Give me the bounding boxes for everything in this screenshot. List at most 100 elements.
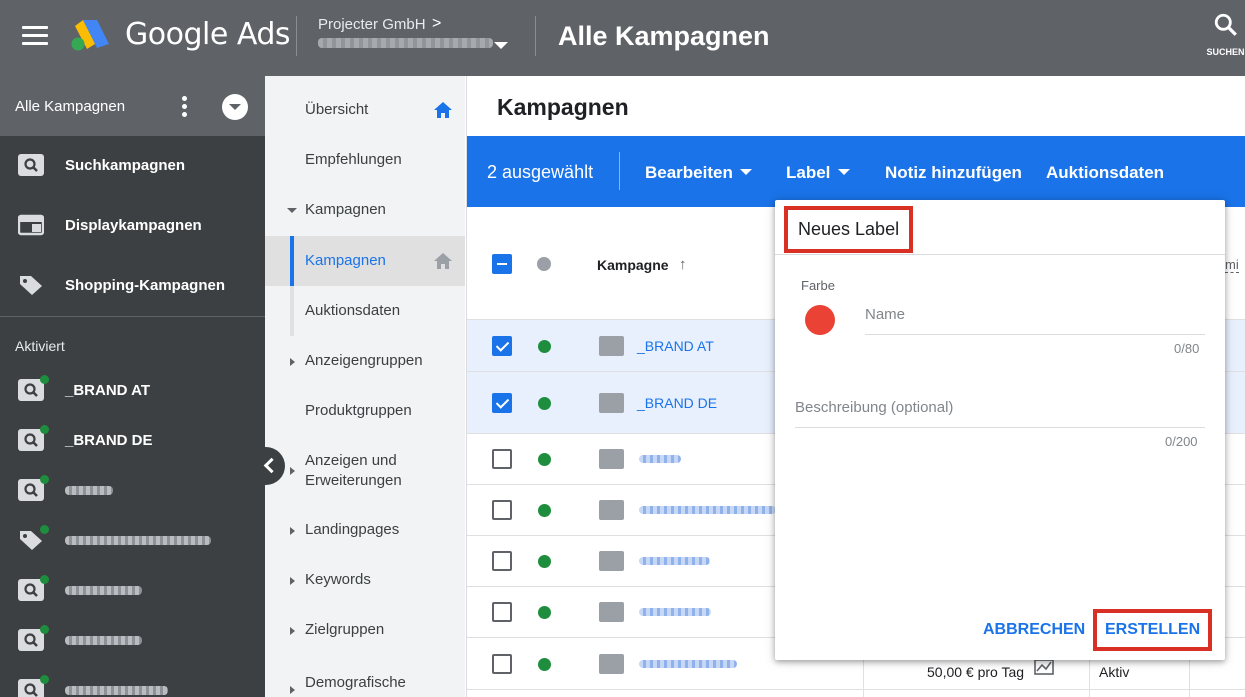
nav-item-demographics[interactable]: Demografische [265, 658, 465, 697]
sidebar-title[interactable]: Alle Kampagnen [15, 98, 125, 115]
expand-icon [290, 527, 295, 535]
row-checkbox[interactable] [492, 551, 512, 571]
redacted-campaign-name[interactable] [639, 455, 681, 463]
sidebar-item-shopping-campaigns[interactable]: Shopping-Kampagnen [0, 261, 265, 311]
search-campaign-icon [599, 336, 624, 356]
label-description-input[interactable]: Beschreibung (optional) [795, 396, 1205, 428]
description-char-counter: 0/200 [1165, 434, 1198, 449]
status-active-dot [40, 525, 49, 534]
nav-item-ad-groups[interactable]: Anzeigengruppen [265, 336, 465, 386]
sidebar-divider [0, 316, 265, 317]
nav-item-label: Erweiterungen [305, 472, 402, 489]
redacted-campaign-name[interactable] [639, 506, 776, 514]
color-picker[interactable] [805, 305, 835, 335]
redacted-campaign-name[interactable] [639, 608, 711, 616]
selection-action-bar: 2 ausgewählt Bearbeiten Label Notiz hinz… [467, 136, 1245, 207]
page-title: Alle Kampagnen [558, 21, 770, 51]
nav-item-label: Kampagnen [305, 201, 386, 218]
redacted-campaign-name [65, 636, 142, 645]
row-checkbox[interactable] [492, 500, 512, 520]
row-checkbox[interactable] [492, 336, 512, 356]
redacted-campaign-name [65, 536, 211, 545]
status-active-dot [40, 375, 49, 384]
row-checkbox[interactable] [492, 602, 512, 622]
account-chevron-icon[interactable]: > [432, 15, 441, 33]
sidebar-item-search-campaigns[interactable]: Suchkampagnen [0, 141, 265, 191]
nav-group-campaigns[interactable]: Kampagnen [265, 185, 465, 235]
expand-icon [287, 208, 297, 213]
campaign-column-header[interactable]: Kampagne [597, 257, 669, 273]
campaign-label: _BRAND DE [65, 432, 153, 449]
home-icon[interactable] [433, 252, 453, 270]
campaign-link[interactable]: _BRAND DE [637, 395, 717, 411]
shopping-tag-icon [599, 500, 624, 520]
nav-item-label: Anzeigengruppen [305, 352, 423, 369]
nav-item-overview[interactable]: Übersicht [265, 85, 465, 135]
header-divider [296, 16, 297, 56]
cancel-button[interactable]: ABBRECHEN [983, 621, 1085, 639]
search-campaign-icon [599, 602, 624, 622]
search-campaign-icon [18, 154, 44, 176]
chevron-down-icon[interactable] [740, 169, 752, 175]
status-active-dot [40, 675, 49, 684]
search-button[interactable]: SUCHEN [1206, 12, 1245, 57]
active-indicator [290, 236, 294, 286]
expand-icon [290, 577, 295, 585]
shopping-tag-icon [20, 276, 42, 295]
page-navigation: Übersicht Empfehlungen Kampagnen Kampagn… [265, 76, 465, 697]
label-menu-button[interactable]: Label [786, 163, 830, 183]
nav-item-label: Auktionsdaten [305, 302, 401, 319]
redacted-campaign-name[interactable] [639, 660, 737, 668]
row-checkbox[interactable] [492, 449, 512, 469]
label-name-input[interactable]: Name [865, 304, 1205, 335]
section-title: Kampagnen [497, 94, 629, 120]
menu-icon[interactable] [22, 26, 48, 46]
campaign-link[interactable]: _BRAND AT [637, 338, 714, 354]
budget-chart-icon[interactable] [1034, 659, 1054, 675]
status-active-dot [538, 555, 551, 568]
row-checkbox[interactable] [492, 654, 512, 674]
nav-item-auction-insights[interactable]: Auktionsdaten [265, 286, 465, 336]
nav-item-label: Empfehlungen [305, 151, 402, 168]
campaign-label: _BRAND AT [65, 382, 150, 399]
redacted-campaign-name[interactable] [639, 557, 710, 565]
home-icon[interactable] [433, 101, 453, 119]
display-campaign-icon [18, 214, 44, 236]
nav-item-label: Anzeigen und [305, 452, 397, 469]
campaign-sidebar: Alle Kampagnen Suchkampagnen Displaykamp… [0, 76, 265, 697]
nav-item-ads-extensions[interactable]: Anzeigen und Erweiterungen [265, 440, 465, 500]
sort-ascending-icon[interactable]: ↑ [679, 256, 687, 273]
nav-item-product-groups[interactable]: Produktgruppen [265, 386, 465, 436]
nav-item-label: Produktgruppen [305, 402, 412, 419]
auction-insights-button[interactable]: Auktionsdaten [1046, 163, 1164, 183]
nav-item-audiences[interactable]: Zielgruppen [265, 605, 465, 655]
edit-menu-button[interactable]: Bearbeiten [645, 163, 733, 183]
expand-icon [290, 358, 295, 366]
create-button[interactable]: ERSTELLEN [1093, 609, 1213, 651]
selection-count: 2 ausgewählt [487, 162, 594, 182]
nav-item-label: Keywords [305, 571, 371, 588]
status-active-dot [40, 425, 49, 434]
add-note-button[interactable]: Notiz hinzufügen [885, 163, 1022, 183]
table-row [467, 689, 1245, 697]
sidebar-item-label: Suchkampagnen [65, 157, 186, 174]
nav-item-campaigns[interactable]: Kampagnen [265, 236, 465, 286]
row-checkbox[interactable] [492, 393, 512, 413]
dropdown-icon[interactable] [222, 94, 248, 120]
status-active-dot [538, 504, 551, 517]
top-bar: Google Ads Projecter GmbH > Alle Kampagn… [0, 0, 1245, 76]
more-options-icon[interactable] [182, 96, 188, 120]
select-all-checkbox[interactable] [492, 254, 512, 274]
sidebar-item-display-campaigns[interactable]: Displaykampagnen [0, 201, 265, 251]
app-name: Google Ads [125, 17, 291, 52]
nav-item-label: Demografische [305, 674, 406, 691]
nav-item-recommendations[interactable]: Empfehlungen [265, 135, 465, 185]
search-campaign-icon [599, 551, 624, 571]
column-header-partial[interactable]: mi [1225, 257, 1239, 273]
chevron-down-icon[interactable] [838, 169, 850, 175]
color-label: Farbe [801, 278, 835, 293]
nav-item-keywords[interactable]: Keywords [265, 555, 465, 605]
account-name[interactable]: Projecter GmbH [318, 16, 426, 33]
nav-item-landing-pages[interactable]: Landingpages [265, 505, 465, 555]
account-dropdown-icon[interactable] [494, 42, 508, 49]
